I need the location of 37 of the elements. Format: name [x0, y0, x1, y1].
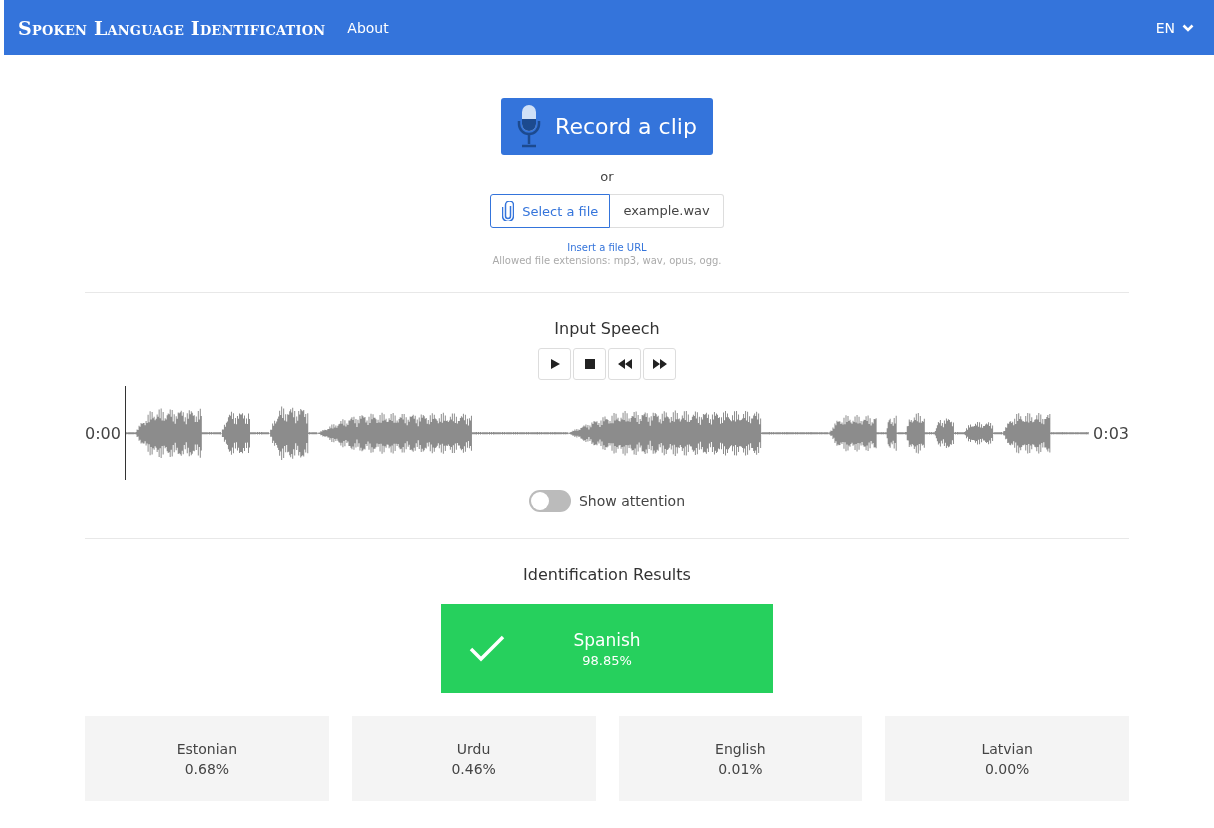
language-name: Latvian — [981, 740, 1033, 757]
select-file-button[interactable]: Select a file — [490, 194, 611, 228]
nav-link[interactable]: About — [347, 19, 389, 36]
language-score: 0.01% — [718, 760, 763, 777]
chevron-down-icon — [1182, 22, 1194, 33]
language-score: 0.46% — [451, 760, 496, 777]
play-icon — [548, 358, 561, 370]
file-name-field: example.wav — [610, 194, 724, 228]
end-time: 0:03 — [1092, 423, 1129, 443]
play-button[interactable] — [538, 348, 571, 380]
section-title: Input Speech — [554, 319, 660, 338]
rewind-icon — [617, 359, 632, 369]
language-name: English — [715, 740, 766, 757]
checkmark-icon — [469, 634, 505, 663]
attention-toggle[interactable] — [528, 490, 571, 512]
rewind-button[interactable] — [608, 348, 641, 380]
section-title: Identification Results — [523, 565, 691, 584]
app-title[interactable]: Spoken Language Identification — [18, 16, 326, 39]
toggle-label: Show attention — [578, 493, 686, 509]
fast-forward-icon — [652, 359, 667, 369]
microphone-icon — [517, 104, 542, 149]
language-score: 98.85% — [581, 652, 633, 668]
record-button[interactable]: Record a clip — [501, 98, 713, 155]
stop-icon — [583, 358, 596, 370]
stop-button[interactable] — [573, 348, 606, 380]
language-name: Spanish — [572, 629, 642, 650]
language-score: 0.00% — [984, 760, 1030, 777]
file-extensions-hint: Allowed file extensions: mp3, wav, opus, ogg. — [492, 255, 722, 266]
insert-url-link[interactable]: Insert a file URL — [567, 242, 647, 253]
or-label: or — [600, 169, 614, 184]
language-dropdown[interactable]: EN — [1149, 18, 1200, 37]
language-name: Urdu — [456, 740, 491, 757]
language-name: Estonian — [176, 740, 238, 757]
start-time: 0:00 — [85, 423, 122, 443]
language-score: 0.68% — [184, 760, 230, 777]
forward-button[interactable] — [643, 348, 676, 380]
paperclip-icon — [502, 201, 515, 221]
